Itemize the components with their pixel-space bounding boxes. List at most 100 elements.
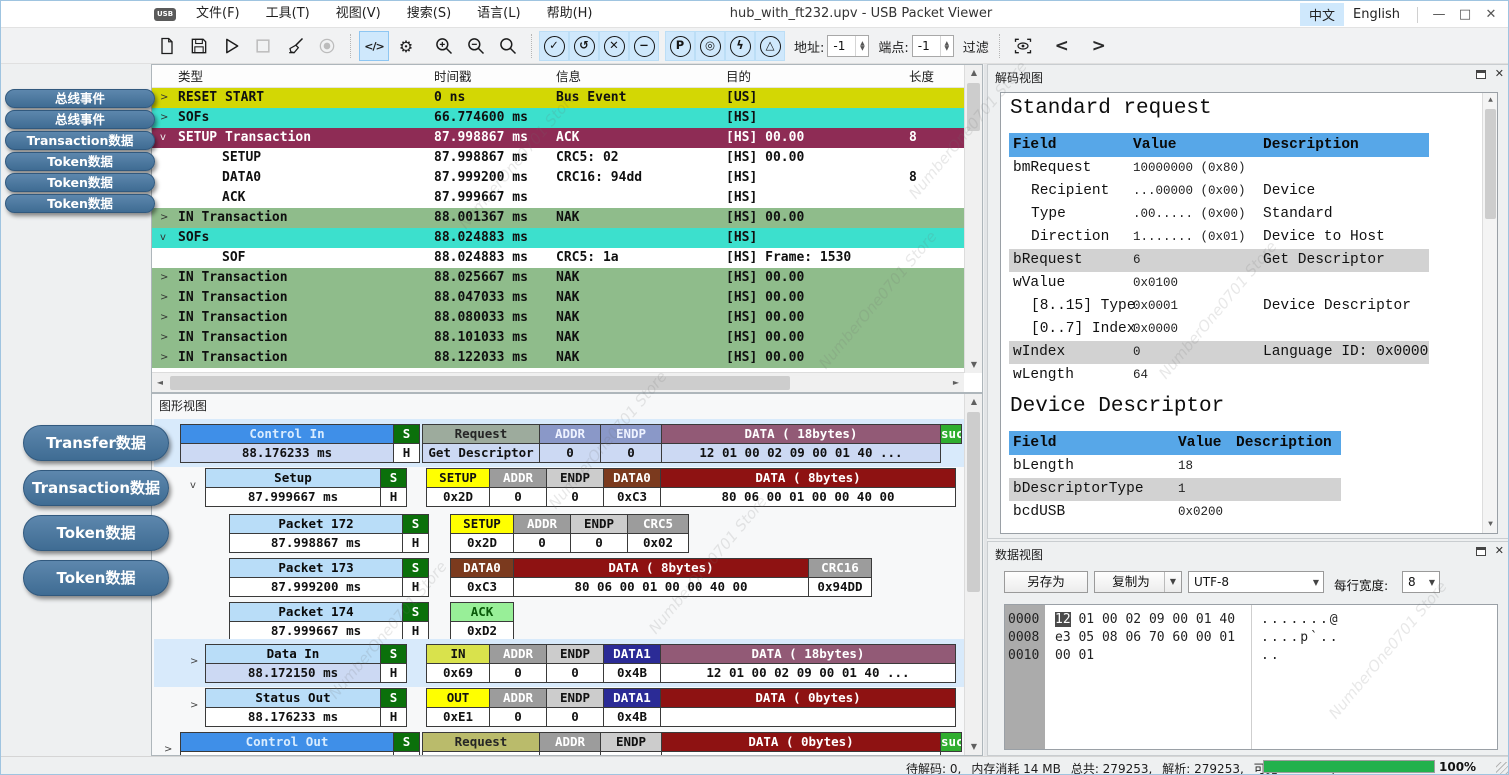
float-panel-icon[interactable] [1476,70,1486,79]
decode-vscrollbar[interactable]: ▲ ▼ [1482,93,1497,533]
sync-circle-icon[interactable]: ↺ [569,31,599,61]
close-panel-icon[interactable]: ✕ [1495,69,1504,79]
vscroll-thumb[interactable] [1485,109,1496,219]
expand-caret-icon[interactable]: > [160,308,168,328]
hex-bytes[interactable]: 12 01 00 02 09 00 01 40 [1055,611,1243,629]
expand-caret-icon[interactable]: > [160,88,168,108]
ping-flag-circle-icon[interactable]: P [665,31,695,61]
graphics-row-setup[interactable]: vSetupS87.999667 msHSETUP0x2DADDR0ENDP0D… [152,468,964,508]
graphics-row-control-in[interactable]: Control InS88.176233 msHRequestGet Descr… [152,424,964,464]
spinner-arrows-icon[interactable]: ▲▼ [940,36,953,56]
vscroll-thumb[interactable] [967,83,980,131]
copy-as-button[interactable]: 复制为 ▼ [1094,571,1182,593]
graphics-row-packet-174[interactable]: Packet 174S87.999667 msHACK0xD2 [152,602,964,642]
expand-caret-icon[interactable]: > [190,700,198,711]
stall-minus-circle-icon[interactable]: − [629,31,659,61]
packet-table-vscrollbar[interactable]: ▲ ▼ [964,65,982,373]
minimize-button[interactable]: — [1426,2,1452,28]
expand-caret-icon[interactable]: > [160,108,168,128]
endpoint-spinbox-value[interactable]: -1 [913,36,940,56]
encoding-select[interactable]: UTF-8 ▼ [1188,571,1324,593]
expand-caret-icon[interactable]: v [160,228,166,248]
search-icon[interactable] [493,31,523,61]
zoom-out-icon[interactable] [461,31,491,61]
menu-item-搜索S[interactable]: 搜索(S) [394,1,464,28]
packet-row[interactable]: >IN Transaction88.025667 msNAK[HS] 00.00 [152,268,964,288]
scroll-up-icon[interactable]: ▲ [1483,93,1498,109]
scroll-right-icon[interactable]: ► [948,373,964,393]
scroll-up-icon[interactable]: ▲ [965,65,983,81]
address-spinbox-value[interactable]: -1 [828,36,855,56]
column-header-info[interactable]: 信息 [556,65,581,88]
clean-brush-icon[interactable] [280,31,310,61]
column-header-dest[interactable]: 目的 [726,65,751,88]
hex-bytes[interactable]: 00 01 [1055,647,1102,665]
column-header-len[interactable]: 长度 [909,65,934,88]
expand-caret-icon[interactable]: > [160,328,168,348]
packet-row[interactable]: vSOFs88.024883 ms[HS] [152,228,964,248]
packet-row[interactable]: >IN Transaction88.047033 msNAK[HS] 00.00 [152,288,964,308]
graphics-row-control-out[interactable]: >Control OutSHRequestADDRENDPDATA ( 0byt… [152,732,964,756]
error-cross-circle-icon[interactable]: ✕ [599,31,629,61]
warning-triangle-circle-icon[interactable]: △ [755,31,785,61]
scroll-up-icon[interactable]: ▲ [965,394,983,410]
column-header-time[interactable]: 时间戳 [434,65,472,88]
packet-row[interactable]: SETUP87.998867 msCRC5: 02[HS] 00.00 [152,148,964,168]
expand-caret-icon[interactable]: v [190,480,196,491]
expand-caret-icon[interactable]: > [160,288,168,308]
resize-grip-icon[interactable] [1496,762,1509,775]
menu-item-帮助H[interactable]: 帮助(H) [534,1,606,28]
expand-caret-icon[interactable]: > [160,268,168,288]
menu-item-文件F[interactable]: 文件(F) [183,1,253,28]
chevron-down-icon[interactable]: ▼ [1164,572,1181,592]
previous-icon[interactable]: < [1047,31,1077,61]
float-panel-icon[interactable] [1476,547,1486,556]
run-icon[interactable] [216,31,246,61]
packet-row[interactable]: >IN Transaction88.101033 msNAK[HS] 00.00 [152,328,964,348]
row-width-select[interactable]: 8 ▼ [1402,571,1440,593]
language-chinese-button[interactable]: 中文 [1300,3,1344,26]
hex-dump-area[interactable]: 000012 01 00 02 09 00 01 40 .......@0008… [1004,604,1498,750]
expand-caret-icon[interactable]: > [160,348,168,368]
hex-bytes[interactable]: e3 05 08 06 70 60 00 01 [1055,629,1243,647]
scroll-down-icon[interactable]: ▼ [1483,517,1498,533]
packet-table-hscrollbar[interactable]: ◄ ► [152,372,964,392]
sof-spiral-circle-icon[interactable]: ◎ [695,31,725,61]
save-as-button[interactable]: 另存为 [1004,571,1088,593]
menu-item-语言L[interactable]: 语言(L) [464,1,533,28]
close-panel-icon[interactable]: ✕ [1495,546,1504,556]
packet-row[interactable]: SOF88.024883 msCRC5: 1a[HS] Frame: 1530 [152,248,964,268]
graphics-row-packet-173[interactable]: Packet 173S87.999200 msHDATA00xC3DATA ( … [152,558,964,598]
graphics-vscrollbar[interactable]: ▲ ▼ [964,394,982,755]
settings-gear-icon[interactable]: ⚙ [391,31,421,61]
record-icon[interactable] [312,31,342,61]
graphics-row-packet-172[interactable]: Packet 172S87.998867 msHSETUP0x2DADDR0EN… [152,514,964,554]
stop-icon[interactable] [248,31,278,61]
save-icon[interactable] [184,31,214,61]
next-icon[interactable]: > [1084,31,1114,61]
new-file-icon[interactable] [152,31,182,61]
packet-row[interactable]: vSETUP Transaction87.998867 msACK[HS] 00… [152,128,964,148]
zoom-in-icon[interactable] [429,31,459,61]
graphics-row-status-out[interactable]: >Status OutS88.176233 msHOUT0xE1ADDR0END… [152,688,964,728]
menu-item-工具T[interactable]: 工具(T) [253,1,323,28]
packet-row[interactable]: ACK87.999667 ms[HS] [152,188,964,208]
scroll-down-icon[interactable]: ▼ [965,739,983,755]
packet-row[interactable]: >IN Transaction88.001367 msNAK[HS] 00.00 [152,208,964,228]
packet-row[interactable]: DATA087.999200 msCRC16: 94dd[HS]8 [152,168,964,188]
expand-caret-icon[interactable]: > [164,744,172,755]
spinner-arrows-icon[interactable]: ▲▼ [855,36,868,56]
address-spinbox[interactable]: -1▲▼ [827,35,869,57]
packet-row[interactable]: >IN Transaction88.080033 msNAK[HS] 00.00 [152,308,964,328]
code-icon[interactable]: </> [359,31,389,61]
close-button[interactable]: ✕ [1478,2,1504,28]
packet-row[interactable]: >SOFs66.774600 ms[HS] [152,108,964,128]
expand-caret-icon[interactable]: > [190,656,198,667]
column-header-type[interactable]: 类型 [178,65,203,88]
language-english-button[interactable]: English [1344,5,1409,24]
packet-row[interactable]: >IN Transaction88.122033 msNAK[HS] 00.00 [152,348,964,368]
packet-row[interactable]: >RESET START0 nsBus Event[US] [152,88,964,108]
expand-caret-icon[interactable]: > [160,208,168,228]
scroll-down-icon[interactable]: ▼ [965,357,983,373]
menu-item-视图V[interactable]: 视图(V) [323,1,394,28]
